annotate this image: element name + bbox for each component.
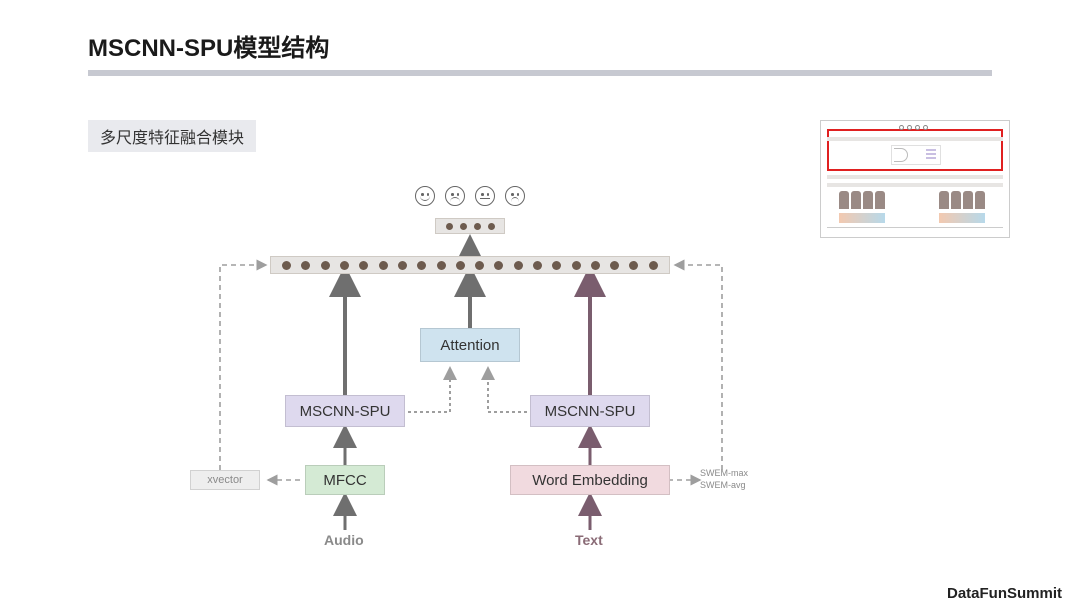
frown-icon [445,186,465,206]
audio-input-label: Audio [324,532,364,548]
fusion-vector [270,256,670,274]
section-subtitle: 多尺度特征融合模块 [88,120,256,152]
output-vector [435,218,505,234]
title-divider [88,70,992,76]
mscnn-spu-right-block: MSCNN-SPU [530,395,650,427]
swem-avg-label: SWEM-avg [700,480,746,490]
watermark: DataFunSummit [947,585,1062,602]
neutral-icon [475,186,495,206]
attention-block: Attention [420,328,520,362]
smile-icon [415,186,435,206]
word-embedding-block: Word Embedding [510,465,670,495]
mscnn-spu-left-block: MSCNN-SPU [285,395,405,427]
slide-title: MSCNN-SPU模型结构 [88,28,329,63]
text-input-label: Text [575,532,603,548]
xvector-label: xvector [190,470,260,490]
sad-icon [505,186,525,206]
output-emoji-row [405,186,535,206]
swem-max-label: SWEM-max [700,468,748,478]
architecture-diagram: Attention MSCNN-SPU MSCNN-SPU MFCC Word … [170,150,790,570]
mfcc-block: MFCC [305,465,385,495]
overview-thumbnail [820,120,1010,238]
